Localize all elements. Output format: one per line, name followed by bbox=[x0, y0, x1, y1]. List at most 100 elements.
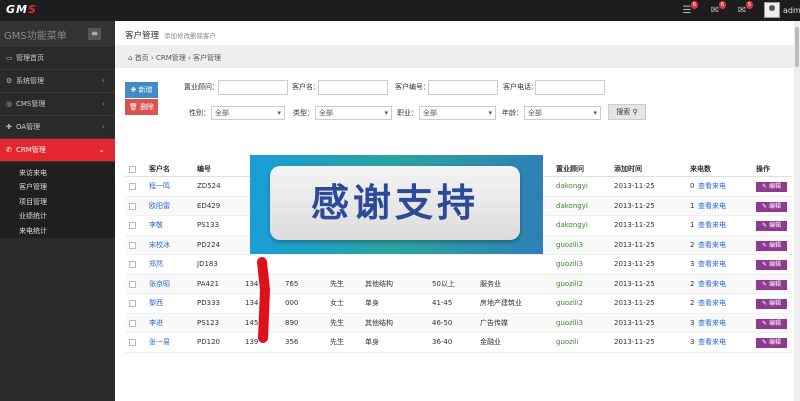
customer-name-input[interactable] bbox=[318, 80, 388, 95]
age-select[interactable]: 全部 bbox=[524, 106, 601, 120]
customer-date: 2013-11-25 bbox=[614, 318, 655, 327]
view-calls-link[interactable]: 查看来电 bbox=[698, 255, 726, 274]
customer-name-link[interactable]: 郑然 bbox=[149, 255, 163, 274]
tasks-icon[interactable]: ☰ 6 bbox=[680, 1, 698, 17]
view-calls-link[interactable]: 查看来电 bbox=[698, 216, 726, 235]
sidebar-subitem-visits[interactable]: 来访来电 bbox=[0, 166, 115, 180]
breadcrumb-home[interactable]: 首页 bbox=[135, 54, 149, 62]
customer-date: 2013-11-25 bbox=[614, 182, 655, 190]
chevron-left-icon: ‹ bbox=[101, 99, 105, 108]
view-calls-link[interactable]: 查看来电 bbox=[698, 236, 726, 255]
customer-gender: 先生 bbox=[330, 338, 344, 346]
sidebar-subitem-customers[interactable]: 客户管理 bbox=[0, 180, 115, 194]
sidebar-item-home[interactable]: ▭ 管理首页 bbox=[0, 47, 115, 70]
customer-calls: 1 bbox=[690, 201, 695, 210]
edit-button[interactable]: ✎ 编辑 bbox=[756, 221, 787, 231]
customer-advisor: guozili2 bbox=[556, 279, 584, 288]
customer-date: 2013-11-25 bbox=[614, 338, 655, 346]
view-calls-link[interactable]: 查看来电 bbox=[698, 275, 726, 294]
sidebar-item-oa[interactable]: ✚ OA管理 ‹ bbox=[0, 116, 115, 139]
edit-icon: ✎ bbox=[762, 183, 769, 190]
add-button[interactable]: ✚ 新增 bbox=[125, 82, 158, 98]
customer-phone-end: 890 bbox=[285, 318, 299, 327]
customer-age: 50以上 bbox=[432, 279, 455, 288]
edit-button[interactable]: ✎ 编辑 bbox=[756, 182, 787, 192]
customer-phone-input[interactable] bbox=[535, 80, 605, 95]
row-checkbox[interactable] bbox=[129, 339, 136, 346]
customer-date: 2013-11-25 bbox=[614, 299, 655, 307]
view-calls-link[interactable]: 查看来电 bbox=[698, 333, 726, 352]
mail-icon[interactable]: ✉ 6 bbox=[708, 1, 726, 17]
customer-age: 46-50 bbox=[432, 318, 453, 327]
edit-button[interactable]: ✎ 编辑 bbox=[756, 318, 787, 329]
customer-calls: 3 bbox=[690, 260, 695, 268]
customer-date: 2013-11-25 bbox=[614, 240, 655, 249]
customer-name-link[interactable]: 程一鸣 bbox=[149, 177, 170, 196]
row-checkbox[interactable] bbox=[129, 319, 136, 327]
edit-icon: ✎ bbox=[762, 319, 769, 327]
sidebar-item-system[interactable]: ⚙ 系统管理 ‹ bbox=[0, 70, 115, 93]
customer-calls: 1 bbox=[690, 221, 695, 229]
edit-icon: ✎ bbox=[762, 202, 769, 210]
customer-code-input[interactable] bbox=[428, 80, 498, 95]
customer-name-link[interactable]: 欧阳雷 bbox=[149, 197, 170, 216]
app-logo[interactable]: GMS bbox=[6, 3, 37, 16]
type-select[interactable]: 全部 bbox=[315, 106, 392, 120]
row-checkbox[interactable] bbox=[129, 202, 136, 210]
customer-gender: 女士 bbox=[330, 299, 344, 307]
mail-badge: 6 bbox=[718, 1, 726, 9]
view-calls-link[interactable]: 查看来电 bbox=[698, 177, 726, 196]
edit-button[interactable]: ✎ 编辑 bbox=[756, 201, 787, 212]
sidebar-subitem-call-stats[interactable]: 来电统计 bbox=[0, 224, 115, 238]
row-checkbox[interactable] bbox=[129, 241, 136, 249]
customer-calls: 2 bbox=[690, 240, 695, 249]
gender-select[interactable]: 全部 bbox=[211, 106, 285, 120]
edit-button[interactable]: ✎ 编辑 bbox=[756, 260, 787, 270]
customer-name-link[interactable]: 李进 bbox=[149, 314, 163, 333]
customer-name-label: 客户名： bbox=[292, 83, 320, 91]
customer-age: 41-45 bbox=[432, 299, 453, 307]
chevron-left-icon: ‹ bbox=[101, 76, 105, 85]
sidebar-item-cms[interactable]: ◎ CMS管理 ‹ bbox=[0, 93, 115, 116]
row-checkbox[interactable] bbox=[129, 300, 136, 307]
sidebar-item-crm[interactable]: ✆ CRM管理 ⌄ bbox=[0, 139, 115, 162]
edit-button[interactable]: ✎ 编辑 bbox=[756, 240, 787, 251]
breadcrumb-crm[interactable]: CRM管理 bbox=[156, 54, 186, 62]
job-select[interactable]: 全部 bbox=[419, 106, 496, 120]
sidebar-subitem-projects[interactable]: 项目管理 bbox=[0, 195, 115, 209]
customer-name-link[interactable]: 宋校冰 bbox=[149, 236, 170, 255]
customer-name-link[interactable]: 张京昭 bbox=[149, 275, 170, 294]
customer-industry: 服务业 bbox=[480, 279, 501, 288]
row-checkbox[interactable] bbox=[129, 261, 136, 268]
avatar[interactable] bbox=[764, 2, 780, 18]
scrollbar[interactable] bbox=[794, 21, 800, 401]
message-icon[interactable]: ✉ 5 bbox=[735, 1, 753, 17]
row-checkbox[interactable] bbox=[129, 183, 136, 190]
scroll-thumb[interactable] bbox=[795, 27, 799, 67]
delete-button[interactable]: 🗑 删除 bbox=[125, 99, 158, 115]
edit-button[interactable]: ✎ 编辑 bbox=[756, 279, 787, 290]
advisor-input[interactable] bbox=[218, 80, 288, 95]
customer-name-link[interactable]: 张一易 bbox=[149, 333, 170, 352]
row-checkbox[interactable] bbox=[129, 222, 136, 229]
customer-type: 单身 bbox=[365, 338, 379, 346]
edit-button[interactable]: ✎ 编辑 bbox=[756, 299, 787, 309]
select-all-checkbox[interactable] bbox=[129, 166, 136, 173]
view-calls-link[interactable]: 查看来电 bbox=[698, 314, 726, 333]
row-checkbox[interactable] bbox=[129, 280, 136, 288]
customer-code: PD224 bbox=[197, 240, 220, 249]
search-button[interactable]: 搜索 ⚲ bbox=[608, 104, 646, 120]
header-actions: 操作 bbox=[756, 165, 770, 173]
customer-advisor: guozili3 bbox=[556, 240, 584, 249]
customer-phone-end: 765 bbox=[285, 279, 299, 288]
table-row: 李进 PS123 145 890 先生 其他结构 46-50 广告传媒 guozili3 2013… bbox=[125, 313, 792, 333]
customer-name-link[interactable]: 黎西 bbox=[149, 294, 163, 313]
sidebar-subitem-performance[interactable]: 业绩统计 bbox=[0, 209, 115, 223]
user-name[interactable]: admin bbox=[783, 6, 800, 15]
customer-name-link[interactable]: 李敬 bbox=[149, 216, 163, 235]
customer-advisor: guozili3 bbox=[556, 260, 584, 268]
view-calls-link[interactable]: 查看来电 bbox=[698, 197, 726, 216]
view-calls-link[interactable]: 查看来电 bbox=[698, 294, 726, 313]
menu-toggle-icon[interactable]: ≡ bbox=[88, 28, 101, 40]
edit-button[interactable]: ✎ 编辑 bbox=[756, 338, 787, 348]
